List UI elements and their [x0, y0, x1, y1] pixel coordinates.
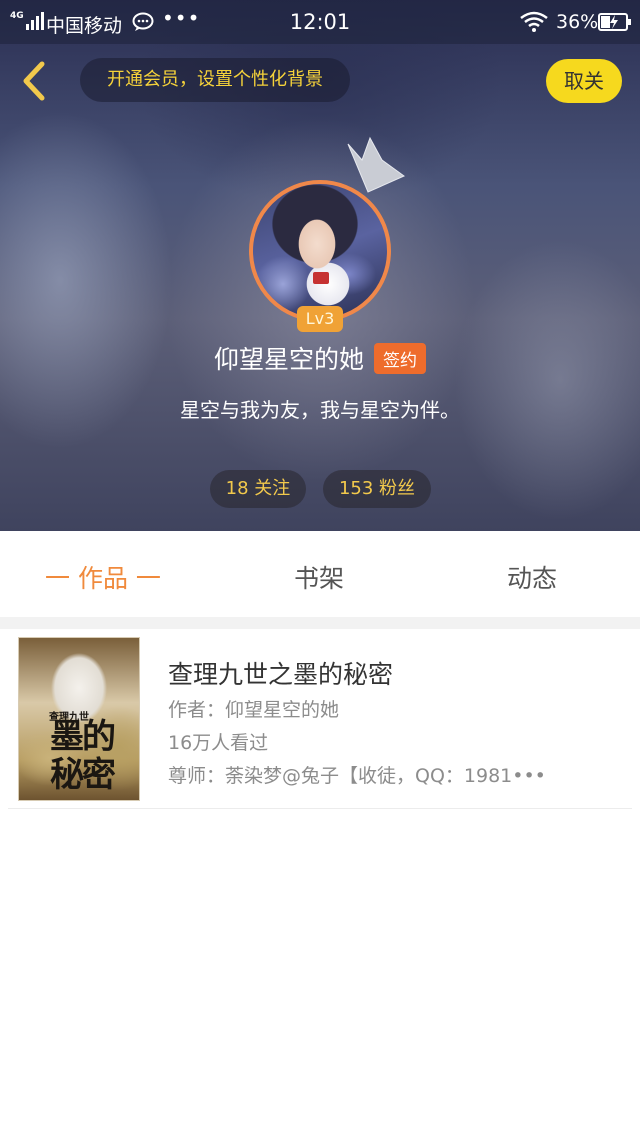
avatar[interactable] [249, 180, 391, 322]
level-badge: Lv3 [297, 306, 343, 332]
battery-charging-icon [598, 13, 631, 31]
tab-works[interactable]: 一 作品 一 [45, 559, 161, 595]
book-title: 查理九世之墨的秘密 [168, 660, 394, 689]
vip-background-banner[interactable]: 开通会员，设置个性化背景 [80, 58, 350, 102]
tab-bar: 一 作品 一 书架 动态 [0, 531, 640, 619]
book-cover-title: 墨的秘密 [50, 717, 116, 795]
unfollow-button[interactable]: 取关 [546, 59, 622, 103]
book-cover: 查理九世 墨的秘密 [18, 637, 140, 801]
battery-percent: 36% [556, 11, 599, 33]
wifi-icon [520, 11, 548, 32]
username: 仰望星空的她 [213, 345, 364, 374]
following-count-button[interactable]: 18 关注 [210, 470, 306, 508]
avatar-detail [313, 272, 329, 284]
username-row: 仰望星空的她 签约 [0, 340, 640, 376]
status-bar: 4G 中国移动 ••• 12:01 36% [0, 0, 640, 44]
tab-activity[interactable]: 动态 [507, 559, 557, 595]
bio: 星空与我为友，我与星空为伴。 [180, 398, 460, 422]
fans-count-button[interactable]: 153 粉丝 [323, 470, 431, 508]
tab-bookshelf[interactable]: 书架 [294, 559, 344, 595]
divider [0, 617, 640, 629]
back-button[interactable] [14, 58, 54, 104]
profile-header: 4G 中国移动 ••• 12:01 36% 开通会员，设置个性化背景 取关 Lv… [0, 0, 640, 531]
book-intro: 尊师：荼染梦@兔子【收徒，QQ：1981••• [168, 765, 546, 787]
book-list-item[interactable]: 查理九世 墨的秘密 查理九世之墨的秘密 作者：仰望星空的她 16万人看过 尊师：… [8, 629, 632, 809]
signed-badge: 签约 [374, 342, 426, 374]
book-author: 作者：仰望星空的她 [168, 699, 340, 721]
book-views: 16万人看过 [168, 732, 269, 754]
